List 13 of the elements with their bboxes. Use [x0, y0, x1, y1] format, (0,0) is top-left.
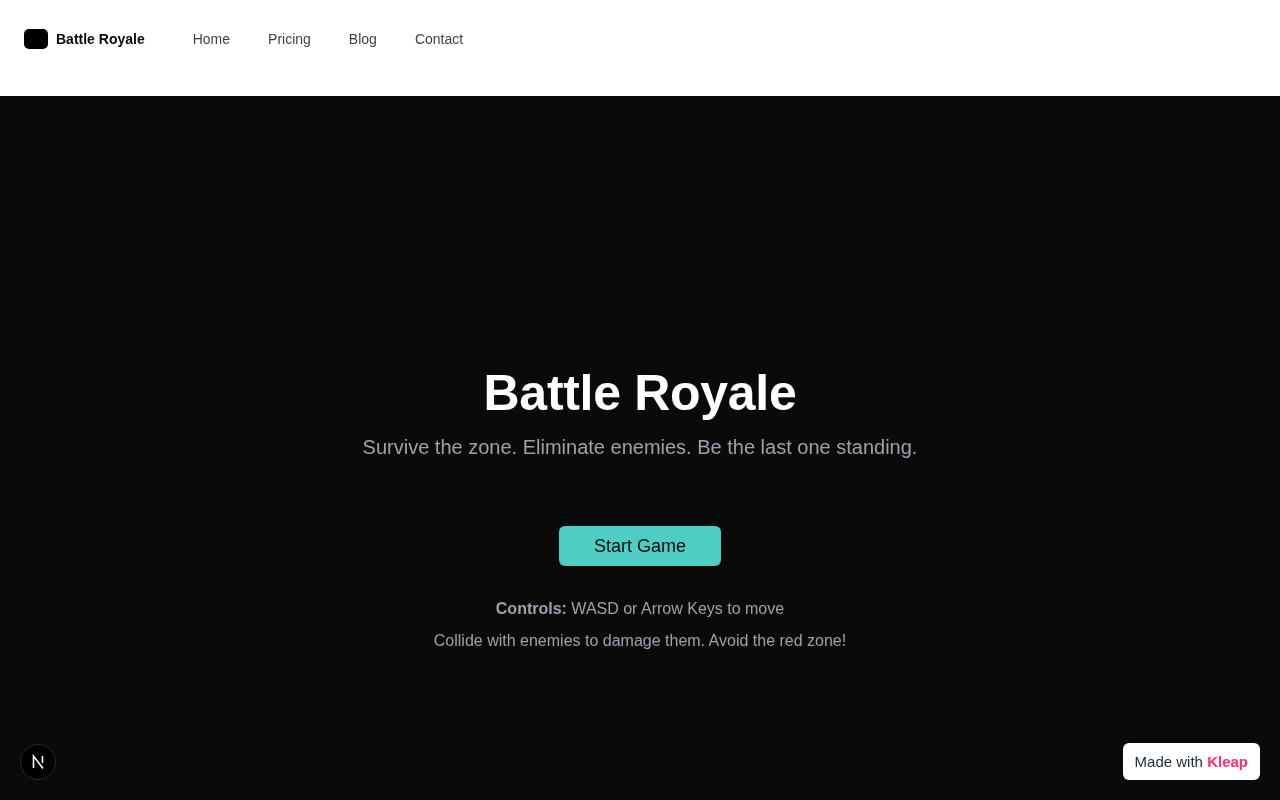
nav-link[interactable]: Pricing	[268, 31, 311, 47]
n-logo-icon[interactable]	[20, 744, 56, 780]
nav-link[interactable]: Contact	[414, 31, 464, 47]
rounded-square-logo-icon	[24, 29, 48, 49]
brand-name-link[interactable]: Battle Royale	[56, 31, 145, 47]
hero-subtitle: Survive the zone. Eliminate enemies. Be the last one standing.	[362, 435, 918, 460]
start-game-button[interactable]: Start Game	[559, 526, 721, 566]
nav-link[interactable]: Home	[192, 31, 231, 47]
instruction-text: Controls: WASD or Arrow Keys to move	[495, 599, 785, 619]
made-with-badge-link[interactable]: Made with Kleap	[1122, 743, 1260, 780]
nav-link[interactable]: Blog	[348, 31, 377, 47]
instruction-text: Collide with enemies to damage them. Avoid the red zone!	[433, 631, 847, 651]
hero-title: Battle Royale	[483, 365, 797, 421]
